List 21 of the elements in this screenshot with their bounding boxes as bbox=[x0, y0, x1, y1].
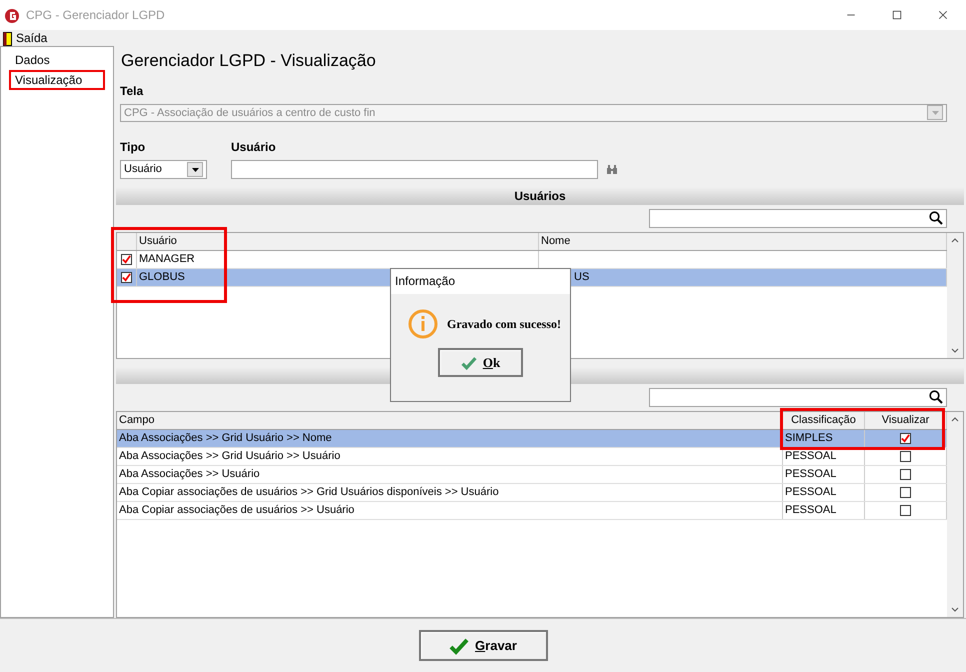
dialog-message: Gravado com sucesso! bbox=[447, 316, 561, 333]
table-cell: Aba Associações >> Grid Usuário >> Nome bbox=[117, 430, 783, 448]
section-header: Usuários bbox=[116, 187, 964, 205]
table-cell: PESSOAL bbox=[783, 448, 865, 466]
table-cell: Aba Copiar associações de usuários >> Usuário bbox=[117, 502, 783, 520]
field-label: Usuário bbox=[231, 139, 277, 156]
table-cell: Aba Copiar associações de usuários >> Grid Usuários disponíveis >> Usuário bbox=[117, 484, 783, 502]
table-cell: Aba Associações >> Grid Usuário >> Usuário bbox=[117, 448, 783, 466]
table-cell: PESSOAL bbox=[783, 466, 865, 484]
column-header: Usuário bbox=[137, 233, 539, 250]
field-label: Tipo bbox=[120, 139, 146, 156]
page-title: Gerenciador LGPD - Visualização bbox=[121, 50, 377, 72]
table-cell: PESSOAL bbox=[783, 502, 865, 520]
field-label: Tela bbox=[120, 82, 144, 100]
column-header: Campo bbox=[117, 412, 783, 430]
table-cell: PESSOAL bbox=[783, 484, 865, 502]
table-cell: Aba Associações >> Usuário bbox=[117, 466, 783, 484]
table-cell: SIMPLES bbox=[783, 430, 865, 448]
dialog-title: Informação bbox=[391, 269, 570, 294]
column-header: Classificação bbox=[783, 412, 865, 430]
window-title: CPG - Gerenciador LGPD bbox=[26, 7, 165, 24]
